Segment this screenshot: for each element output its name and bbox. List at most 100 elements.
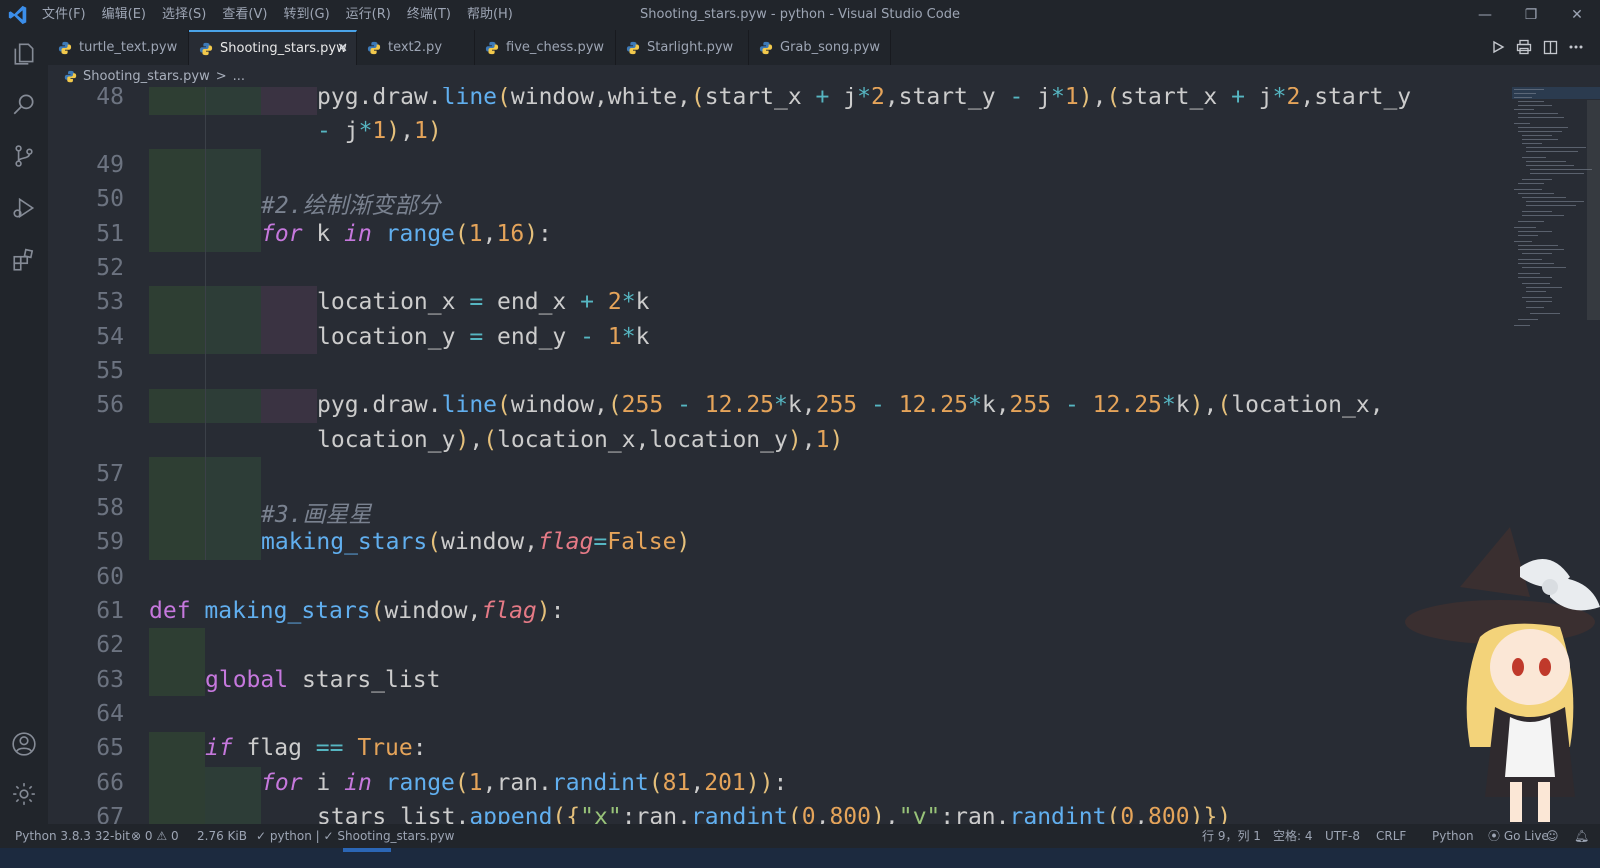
code-line-51: for k in range(1,16): xyxy=(261,221,552,247)
tab-grab-song[interactable]: Grab_song.pyw xyxy=(749,30,891,65)
line-number: 55 xyxy=(96,358,124,384)
search-icon[interactable] xyxy=(8,88,40,120)
code-line-61: def making_stars(window,flag): xyxy=(149,598,565,624)
python-file-icon xyxy=(485,41,499,54)
account-icon[interactable] xyxy=(8,728,40,760)
cursor-position[interactable]: 行 9，列 1 xyxy=(1202,824,1261,848)
code-line-67: stars_list.append({"x":ran.randint(0,800… xyxy=(317,804,1232,824)
breadcrumb-symbols[interactable]: ... xyxy=(233,69,245,84)
file-size: 2.76 KiB xyxy=(197,829,247,843)
vertical-scrollbar[interactable] xyxy=(1587,100,1600,320)
line-number: 62 xyxy=(96,632,124,658)
restore-button[interactable]: ❐ xyxy=(1508,0,1554,30)
python-env-status[interactable]: ✓ python | ✓ Shooting_stars.pyw xyxy=(256,824,454,848)
encoding[interactable]: UTF-8 xyxy=(1325,824,1360,848)
source-control-icon[interactable] xyxy=(8,140,40,172)
code-line-48: pyg.draw.line(window,white,(start_x + j*… xyxy=(317,87,1412,110)
close-window-button[interactable]: ✕ xyxy=(1554,0,1600,30)
go-live-label: Go Live xyxy=(1503,829,1549,843)
error-icon: ⊗ xyxy=(131,829,142,843)
split-editor-icon[interactable] xyxy=(1539,36,1561,58)
code-line-65: if flag == True: xyxy=(205,735,427,761)
tab-turtle-text[interactable]: turtle_text.pyw xyxy=(48,30,189,65)
menu-go[interactable]: 转到(G) xyxy=(283,0,329,30)
python-file-icon xyxy=(367,41,381,54)
indent-guide xyxy=(149,457,205,560)
minimize-button[interactable]: — xyxy=(1462,0,1508,30)
python-file-icon xyxy=(199,42,213,55)
menu-edit[interactable]: 编辑(E) xyxy=(102,0,146,30)
tab-five-chess[interactable]: five_chess.pyw xyxy=(475,30,616,65)
line-number: 49 xyxy=(96,152,124,178)
python-file-icon xyxy=(64,70,77,82)
indentation[interactable]: 空格: 4 xyxy=(1273,824,1313,848)
tab-starlight[interactable]: Starlight.pyw xyxy=(616,30,749,65)
problems-indicator[interactable]: ⊗ 0 ⚠ 0 xyxy=(131,824,179,848)
line-number: 52 xyxy=(96,255,124,281)
code-line-54: location_y = end_y - 1*k xyxy=(317,324,650,350)
error-count: 0 xyxy=(144,829,153,843)
line-ending[interactable]: CRLF xyxy=(1376,824,1406,848)
line-number: 65 xyxy=(96,735,124,761)
line-number: 63 xyxy=(96,667,124,693)
feedback-icon[interactable]: ☺ xyxy=(1546,824,1559,848)
indent-guide xyxy=(205,457,261,560)
close-tab-icon[interactable]: ✕ xyxy=(337,41,348,56)
tab-label: turtle_text.pyw xyxy=(79,40,178,55)
line-number: 64 xyxy=(96,701,124,727)
code-line-66: for i in range(1,ran.randint(81,201)): xyxy=(261,770,788,796)
title-bar: 文件(F) 编辑(E) 选择(S) 查看(V) 转到(G) 运行(R) 终端(T… xyxy=(0,0,1600,30)
indent-guide xyxy=(261,87,317,115)
code-editor[interactable]: 48 49 50 51 52 53 54 55 56 57 58 59 60 6… xyxy=(48,87,1600,824)
menu-help[interactable]: 帮助(H) xyxy=(467,0,513,30)
tab-label: Shooting_stars.pyw xyxy=(220,41,347,56)
indent-guide xyxy=(205,149,261,252)
code-line-50: #2.绘制渐变部分 xyxy=(261,193,441,219)
vscode-logo-icon xyxy=(8,5,27,25)
tab-label: five_chess.pyw xyxy=(506,40,605,55)
code-line-63: global stars_list xyxy=(205,667,441,693)
menu-run[interactable]: 运行(R) xyxy=(346,0,391,30)
warning-count: 0 xyxy=(170,829,179,843)
broadcast-icon: ⦿ xyxy=(1488,829,1501,843)
more-icon[interactable] xyxy=(1565,36,1587,58)
tab-text2[interactable]: text2.py xyxy=(357,30,475,65)
menu-bar: 文件(F) 编辑(E) 选择(S) 查看(V) 转到(G) 运行(R) 终端(T… xyxy=(42,0,529,30)
code-line-48-wrap: - j*1),1) xyxy=(317,118,442,144)
menu-file[interactable]: 文件(F) xyxy=(42,0,86,30)
settings-gear-icon[interactable] xyxy=(8,778,40,810)
indent-guide xyxy=(149,628,205,696)
menu-view[interactable]: 查看(V) xyxy=(222,0,267,30)
indent-guide xyxy=(205,286,261,354)
line-number: 59 xyxy=(96,529,124,555)
menu-selection[interactable]: 选择(S) xyxy=(162,0,206,30)
menu-terminal[interactable]: 终端(T) xyxy=(407,0,451,30)
explorer-icon[interactable] xyxy=(8,38,40,70)
line-number: 54 xyxy=(96,324,124,350)
line-number: 56 xyxy=(96,392,124,418)
line-number: 66 xyxy=(96,770,124,796)
line-number: 51 xyxy=(96,221,124,247)
python-interpreter[interactable]: Python 3.8.3 32-bit xyxy=(15,824,130,848)
taskbar-highlight xyxy=(343,848,391,852)
extensions-icon[interactable] xyxy=(8,244,40,276)
indent-rule xyxy=(205,87,206,560)
tab-label: Grab_song.pyw xyxy=(780,40,881,55)
tab-shooting-stars[interactable]: Shooting_stars.pyw ✕ xyxy=(189,30,357,65)
breadcrumb-file[interactable]: Shooting_stars.pyw xyxy=(83,69,210,84)
bell-icon[interactable]: 🔔︎ xyxy=(1574,824,1589,848)
print-icon[interactable] xyxy=(1513,36,1535,58)
indent-guide xyxy=(149,389,205,423)
breadcrumb-separator: > xyxy=(215,68,227,84)
indent-guide xyxy=(261,286,317,354)
code-line-59: making_stars(window,flag=False) xyxy=(261,529,691,555)
run-icon[interactable] xyxy=(1487,36,1509,58)
language-mode[interactable]: Python xyxy=(1432,824,1474,848)
line-number: 53 xyxy=(96,289,124,315)
status-bar: Python 3.8.3 32-bit ⊗ 0 ⚠ 0 2.76 KiB ✓ p… xyxy=(0,824,1600,848)
code-line-56: pyg.draw.line(window,(255 - 12.25*k,255 … xyxy=(317,392,1384,418)
activity-bar xyxy=(0,30,48,848)
line-number: 58 xyxy=(96,495,124,521)
run-debug-icon[interactable] xyxy=(8,192,40,224)
go-live-button[interactable]: ⦿ Go Live xyxy=(1488,824,1549,848)
